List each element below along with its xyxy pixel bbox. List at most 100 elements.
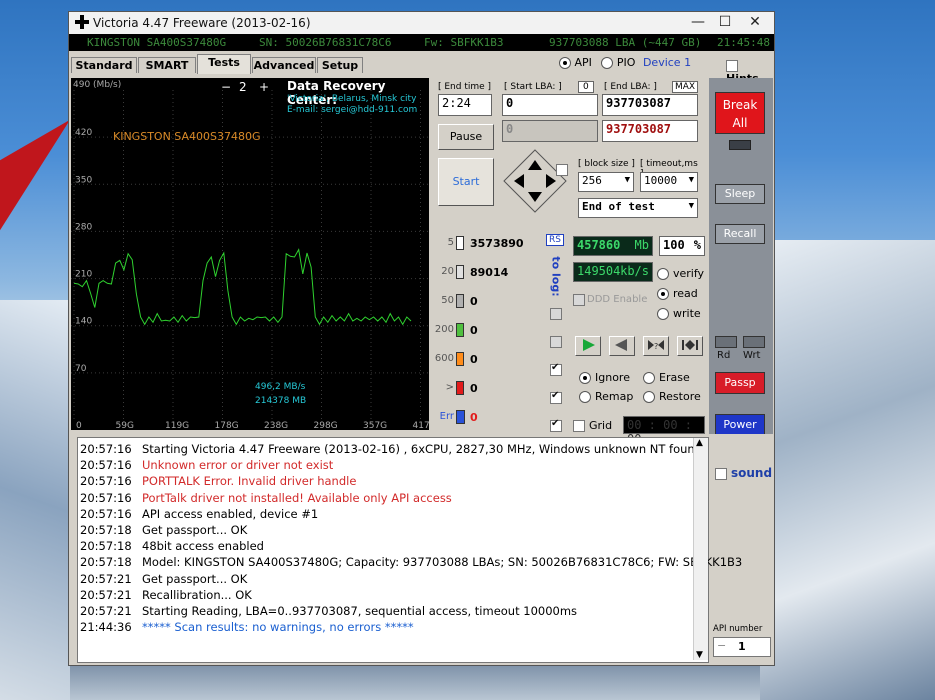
end-action-select[interactable]: End of test ▼ [578,198,698,218]
verify-radio[interactable] [657,268,669,280]
log-line: 20:57:18 48bit access enabled [80,539,264,553]
current-position: 214378 MB [255,396,307,406]
log-text: Recallibration... OK [142,587,252,602]
block-color-bar [456,294,464,308]
start-lba-field[interactable]: 0 [502,94,598,116]
drive-serial: SN: 50026B76831C78C6 [259,36,392,49]
reverse-button[interactable] [609,336,635,356]
wrt-led [743,336,765,348]
log-5-checkbox[interactable] [550,308,562,320]
y-tick-label: 210 [75,270,92,280]
dpad-checkbox[interactable] [556,164,568,176]
graph-plus-button[interactable]: + [259,80,269,94]
block-count: 89014 [470,266,509,279]
api-number-field[interactable]: − 1 [713,637,771,657]
block-threshold-label: Err [439,411,454,422]
power-button[interactable]: Power [715,414,765,436]
log-text: Starting Reading, LBA=0..937703087, sequ… [142,604,578,618]
pio-radio[interactable] [601,57,614,69]
play-button[interactable] [575,336,601,356]
block-color-bar [456,410,465,424]
rs-button[interactable]: RS [546,234,564,246]
block-color-bar [456,236,464,250]
write-radio[interactable] [657,308,669,320]
ddd-checkbox[interactable] [573,294,585,306]
y-tick-label: 350 [75,175,92,185]
activity-indicator [729,140,751,150]
read-radio[interactable] [657,288,669,300]
graph-minus-button[interactable]: − [221,80,231,94]
pause-button[interactable]: Pause [438,124,494,150]
tab-tests[interactable]: Tests [197,54,251,74]
x-tick-label: 59G [116,421,134,430]
passp-button[interactable]: Passp [715,372,765,394]
tab-advanced[interactable]: Advanced [252,57,316,73]
api-number-value: 1 [738,640,746,653]
timeout-select[interactable]: 10000 ▼ [640,172,698,192]
end-button[interactable] [677,336,703,356]
end-lba-max-button[interactable]: MAX [672,81,699,93]
block-size-dropdown-icon: ▼ [624,175,630,185]
remap-radio[interactable] [579,391,591,403]
log-600-checkbox[interactable] [550,390,562,404]
log-200-checkbox[interactable] [550,362,562,376]
log-scrollbar[interactable]: ▲ ▼ [693,438,708,660]
to-log-label: to log: [549,256,563,297]
direction-pad-icon[interactable] [502,148,568,214]
block-color-bar [456,381,464,395]
maximize-button[interactable]: ☐ [711,14,739,30]
log-text: PortTalk driver not installed! Available… [142,490,452,505]
end-lba-label: [ End LBA: ] [604,82,657,92]
tab-standard[interactable]: Standard [71,57,137,73]
event-log[interactable]: 20:57:16 Starting Victoria 4.47 Freeware … [77,437,742,663]
log-err-checkbox[interactable] [550,418,562,432]
y-tick-label: 140 [75,317,92,327]
log-time: 20:57:21 [80,587,132,602]
recall-button[interactable]: Recall [715,224,765,244]
log-text: Get passport... OK [142,523,248,537]
tab-smart[interactable]: SMART [138,57,196,73]
sound-checkbox[interactable] [715,468,727,480]
log-time: 20:57:16 [80,490,132,505]
hints-checkbox[interactable] [726,60,738,72]
end-lba-field-2[interactable]: 937703087 [602,120,698,142]
tab-setup[interactable]: Setup [317,57,363,73]
ignore-label: Ignore [595,371,630,384]
restore-radio[interactable] [643,391,655,403]
side-panel: Break All Sleep Recall Rd Wrt Passp Powe… [709,78,773,436]
log-line: 20:57:16 PORTTALK Error. Invalid driver h… [80,474,356,488]
erase-radio[interactable] [643,372,655,384]
reverse-icon [615,339,627,351]
end-lba-field[interactable]: 937703087 [602,94,698,116]
start-lba-reset[interactable]: 0 [578,81,594,93]
x-tick-label: 238G [264,421,288,430]
end-action-dropdown-icon: ▼ [688,201,694,211]
break-all-button[interactable]: Break All [715,92,765,134]
block-threshold-label: 200 [434,324,454,335]
log-time: 20:57:21 [80,571,132,586]
mb-counter: 457860 Mb [573,236,653,256]
device-label[interactable]: Device 1 [643,56,691,69]
minimize-button[interactable]: — [684,14,712,30]
skip-button[interactable]: ? [643,336,669,356]
to-log-panel: RS to log: [544,220,568,434]
speed-trace-line [73,248,412,326]
side-lower: sound API number − 1 [709,434,773,664]
scroll-up-icon: ▲ [696,438,703,448]
block-threshold-label: 600 [434,353,454,364]
api-number-minus[interactable]: − [717,639,726,652]
log-line: 20:57:16 API access enabled, device #1 [80,507,318,521]
app-cross-icon [75,15,89,29]
scroll-down-icon: ▼ [696,650,703,660]
ignore-radio[interactable] [579,372,591,384]
sleep-button[interactable]: Sleep [715,184,765,204]
sound-label: sound [731,466,773,480]
close-button[interactable]: ✕ [741,14,769,30]
drc-line2[interactable]: E-mail: sergei@hdd-911.com [287,105,417,115]
start-button[interactable]: Start [438,158,494,206]
log-20-checkbox[interactable] [550,336,562,348]
end-time-field[interactable]: 2:24 [438,94,492,116]
api-radio[interactable] [559,57,571,69]
block-size-select[interactable]: 256 ▼ [578,172,634,192]
grid-checkbox[interactable] [573,420,585,432]
